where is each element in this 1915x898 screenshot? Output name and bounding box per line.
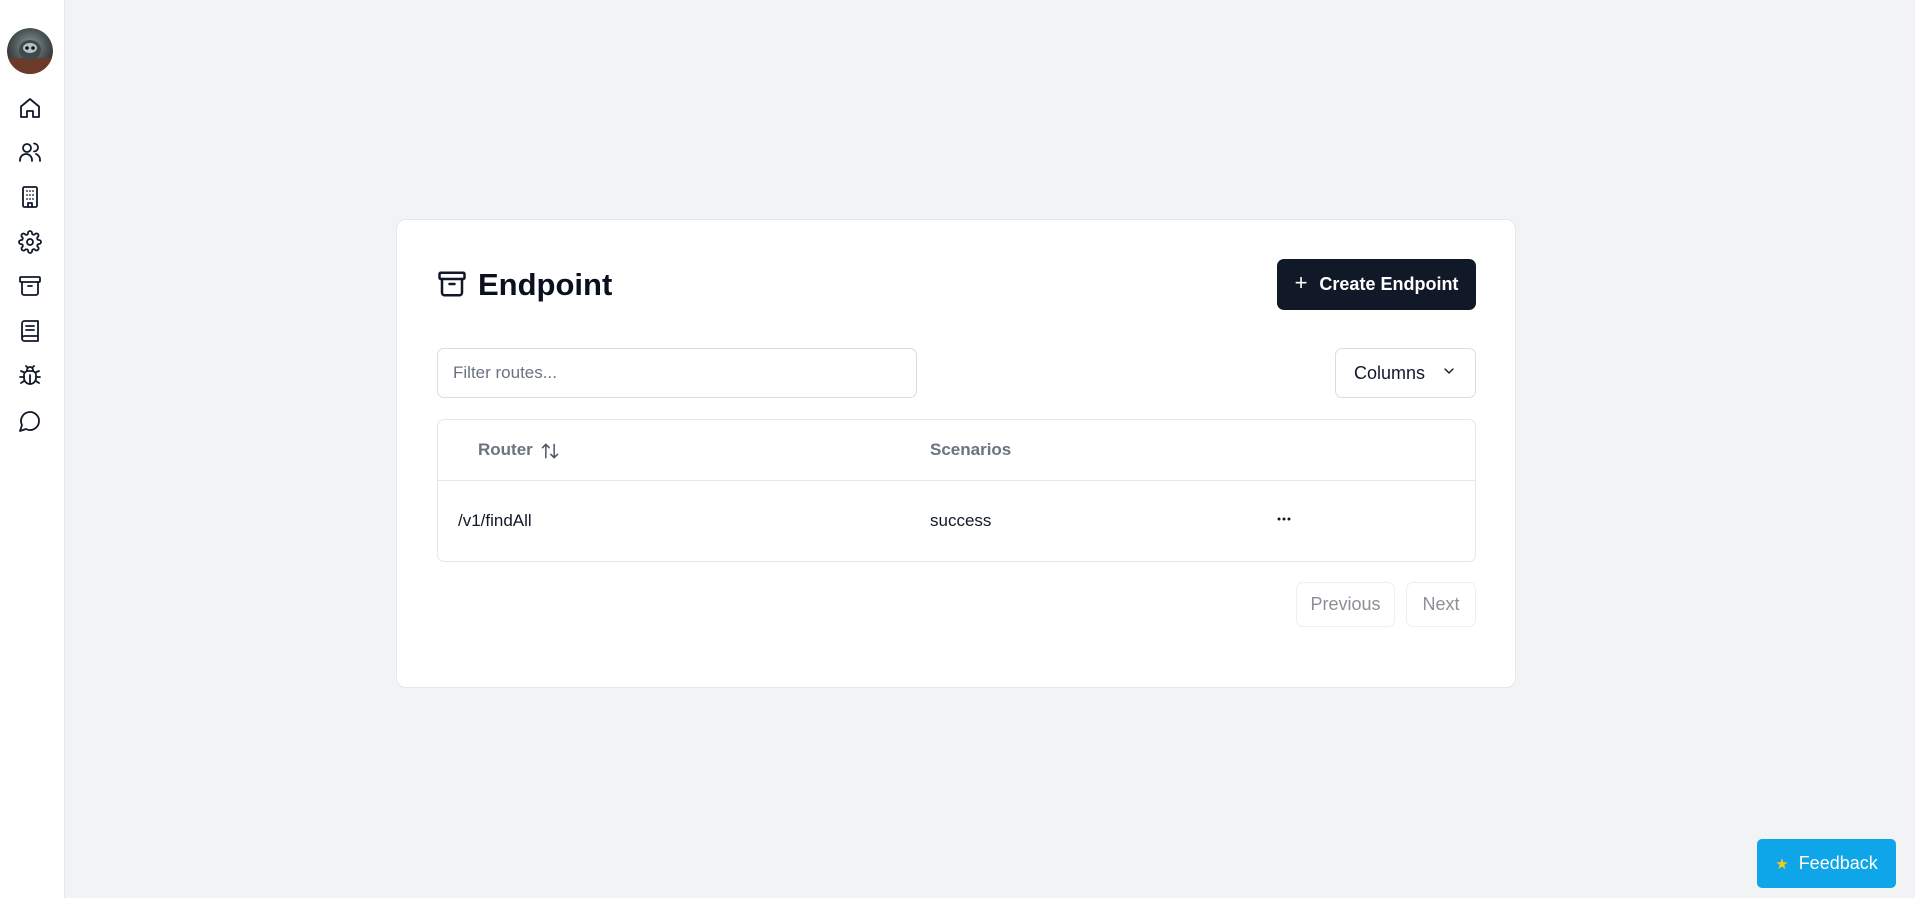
cell-scenarios: success — [930, 511, 992, 530]
table-row[interactable]: /v1/findAll success — [438, 481, 1475, 561]
columns-button[interactable]: Columns — [1335, 348, 1476, 398]
sidebar-item-buildings[interactable] — [16, 185, 44, 213]
more-actions-icon[interactable] — [1271, 508, 1297, 530]
next-button[interactable]: Next — [1406, 582, 1476, 627]
sidebar-item-docs[interactable] — [16, 319, 44, 347]
sidebar-item-settings[interactable] — [16, 229, 44, 259]
sidebar-item-chat[interactable] — [16, 409, 44, 437]
sidebar-item-archive[interactable] — [16, 274, 44, 302]
sidebar-item-home[interactable] — [16, 96, 44, 124]
archive-icon — [18, 274, 42, 303]
endpoint-card: Endpoint + Create Endpoint Columns Route… — [396, 219, 1516, 688]
previous-button[interactable]: Previous — [1296, 582, 1395, 627]
home-icon — [18, 96, 42, 125]
feedback-button[interactable]: ★ Feedback — [1757, 839, 1896, 888]
page-title: Endpoint — [478, 267, 613, 302]
column-header-scenarios: Scenarios — [930, 440, 1012, 459]
table-header: Router Scenarios — [438, 420, 1475, 481]
endpoints-table: Router Scenarios /v1/findAll success — [437, 419, 1476, 562]
chevron-down-icon — [1441, 363, 1457, 384]
archive-icon — [437, 269, 467, 299]
sort-icon[interactable] — [540, 441, 560, 461]
filter-routes-input[interactable] — [437, 348, 917, 398]
avatar[interactable] — [7, 28, 53, 74]
chat-icon — [18, 409, 42, 438]
gear-icon — [18, 229, 42, 259]
sidebar-item-users[interactable] — [16, 140, 44, 168]
create-endpoint-label: Create Endpoint — [1319, 274, 1459, 294]
sidebar-item-debug[interactable] — [16, 364, 44, 392]
book-icon — [18, 319, 42, 348]
plus-icon: + — [1294, 270, 1308, 295]
column-header-router[interactable]: Router — [478, 440, 533, 460]
star-icon: ★ — [1775, 855, 1789, 873]
columns-label: Columns — [1353, 362, 1426, 383]
feedback-label: Feedback — [1798, 853, 1878, 873]
users-icon — [18, 140, 42, 169]
building-icon — [18, 185, 42, 214]
bug-icon — [18, 364, 42, 393]
cell-router: /v1/findAll — [458, 511, 532, 530]
create-endpoint-button[interactable]: + Create Endpoint — [1277, 259, 1476, 310]
sidebar — [0, 0, 65, 898]
